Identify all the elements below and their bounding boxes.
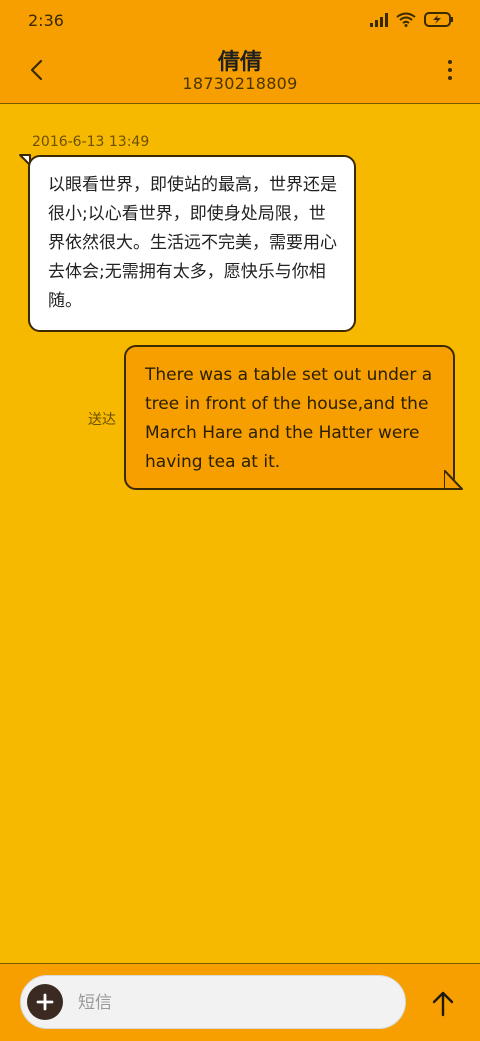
wifi-icon <box>396 12 416 27</box>
outgoing-message-text: There was a table set out under a tree i… <box>145 365 433 472</box>
message-timestamp: 2016-6-13 13:49 <box>32 134 150 150</box>
plus-icon <box>36 993 54 1011</box>
delivery-status: 送达 <box>88 412 116 428</box>
outgoing-message-bubble[interactable]: There was a table set out under a tree i… <box>124 345 455 490</box>
status-time: 2:36 <box>28 11 64 30</box>
incoming-message-text: 以眼看世界，即使站的最高，世界还是很小;以心看世界，即使身处局限，世界依然很大。… <box>48 175 337 311</box>
signal-icon <box>370 12 388 27</box>
contact-name: 倩倩 <box>217 50 262 75</box>
battery-charging-icon <box>424 12 453 27</box>
contact-phone: 18730218809 <box>182 74 298 93</box>
attach-button[interactable] <box>27 984 63 1020</box>
send-arrow-icon[interactable] <box>428 988 458 1018</box>
message-input[interactable] <box>76 988 380 1018</box>
status-icons <box>370 12 454 27</box>
outgoing-bubble-tail <box>444 470 463 490</box>
more-vertical-icon[interactable] <box>446 58 454 82</box>
incoming-message-bubble[interactable]: 以眼看世界，即使站的最高，世界还是很小;以心看世界，即使身处局限，世界依然很大。… <box>28 155 356 332</box>
top-app-bar: 2:36 倩倩 18730218809 <box>0 0 480 104</box>
